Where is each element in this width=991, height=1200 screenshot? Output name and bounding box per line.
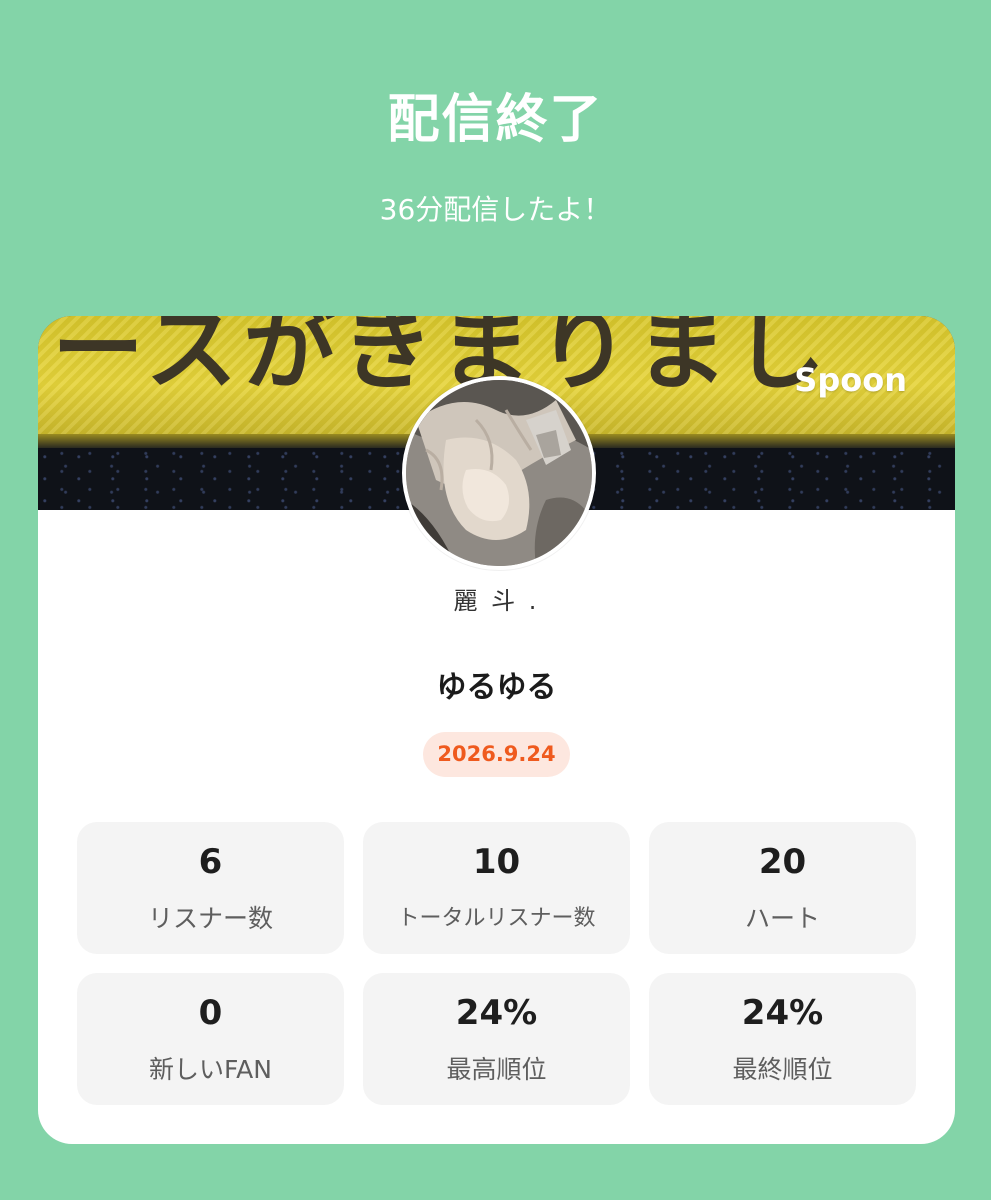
stat-label: トータルリスナー数 xyxy=(397,906,596,931)
stat-value: 24% xyxy=(741,993,824,1033)
stat-value: 6 xyxy=(198,842,223,882)
stat-new-fans: 0 新しいFAN xyxy=(77,973,344,1105)
stat-label: 最終順位 xyxy=(732,1055,833,1084)
page-title: 配信終了 xyxy=(387,90,604,150)
stat-value: 10 xyxy=(472,842,521,882)
stat-hearts: 20 ハート xyxy=(649,822,916,954)
stat-label: ハート xyxy=(744,904,820,933)
date-badge: 2026.9.24 xyxy=(423,732,570,777)
stat-value: 20 xyxy=(758,842,807,882)
spoon-logo: Spoon xyxy=(794,361,907,399)
live-title: ゆるゆる xyxy=(436,670,557,705)
dj-avatar[interactable] xyxy=(402,376,596,570)
stat-highest-rank: 24% 最高順位 xyxy=(363,973,630,1105)
stat-value: 0 xyxy=(198,993,223,1033)
dj-name[interactable]: 麗 斗 . xyxy=(38,584,955,618)
avatar-illustration-icon xyxy=(406,380,592,566)
stat-label: 最高順位 xyxy=(446,1055,547,1084)
stat-label: 新しいFAN xyxy=(149,1055,272,1084)
stat-listeners: 6 リスナー数 xyxy=(77,822,344,954)
broadcast-summary-card: ースがきまりまし Spoon 麗 斗 . ゆるゆる 2026.9.24 6 リス… xyxy=(38,316,955,1144)
stat-total-listeners: 10 トータルリスナー数 xyxy=(363,822,630,954)
broadcast-duration-text: 36分配信したよ！ xyxy=(379,193,612,226)
stat-label: リスナー数 xyxy=(147,904,273,933)
stat-final-rank: 24% 最終順位 xyxy=(649,973,916,1105)
stat-value: 24% xyxy=(455,993,538,1033)
